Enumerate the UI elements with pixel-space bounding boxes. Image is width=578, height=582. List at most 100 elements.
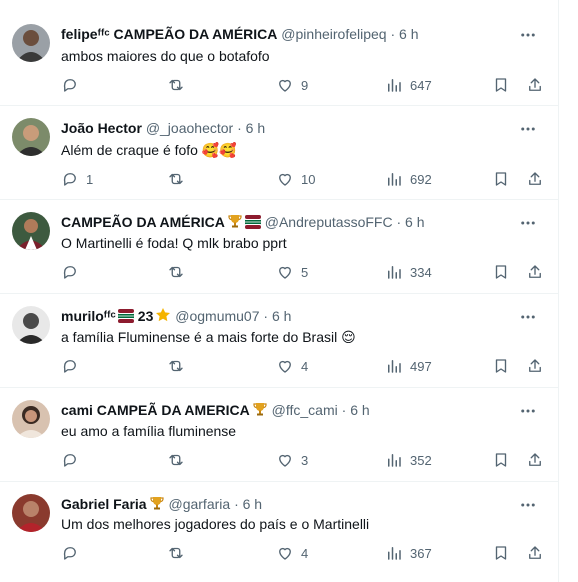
timestamp[interactable]: 6 h xyxy=(246,120,265,136)
more-options-icon[interactable] xyxy=(519,496,537,514)
user-handle[interactable]: @garfaria xyxy=(168,496,230,512)
bookmark-button[interactable] xyxy=(492,450,510,470)
retweet-button[interactable] xyxy=(167,75,185,95)
timestamp[interactable]: 6 h xyxy=(350,402,369,418)
share-button[interactable] xyxy=(526,450,544,470)
reply-icon xyxy=(63,79,76,92)
reply-icon xyxy=(63,173,76,186)
reply-button[interactable]: 1 xyxy=(61,169,93,189)
timestamp[interactable]: 6 h xyxy=(399,26,418,42)
views-button[interactable]: 647 xyxy=(385,75,432,95)
view-count: 692 xyxy=(410,171,432,187)
reply-button[interactable] xyxy=(61,262,86,282)
bookmark-button[interactable] xyxy=(492,543,510,563)
retweet-button[interactable] xyxy=(167,356,185,376)
avatar[interactable] xyxy=(12,400,50,438)
user-handle[interactable]: @_joaohector xyxy=(146,120,233,136)
like-button[interactable]: 9 xyxy=(276,75,308,95)
views-chart-icon xyxy=(388,173,401,186)
avatar[interactable] xyxy=(12,118,50,156)
reply-button[interactable] xyxy=(61,356,86,376)
tweet-header: cami CAMPEÃ DA AMERICA @ffc_cami · 6 h xyxy=(61,400,528,420)
views-button[interactable]: 334 xyxy=(385,262,432,282)
user-handle[interactable]: @ffc_cami xyxy=(272,402,338,418)
user-handle[interactable]: @pinheirofelipeq xyxy=(281,26,386,42)
bookmark-icon xyxy=(495,265,507,279)
tweet-text: O Martinelli é foda! Q mlk brabo pprt xyxy=(61,235,287,251)
display-name[interactable]: Gabriel Faria xyxy=(61,496,147,512)
share-icon xyxy=(529,359,541,372)
avatar[interactable] xyxy=(12,212,50,250)
view-count: 497 xyxy=(410,358,432,374)
views-button[interactable]: 352 xyxy=(385,450,432,470)
like-button[interactable]: 4 xyxy=(276,543,308,563)
reply-tweet[interactable]: felipeᶠᶠᶜ CAMPEÃO DA AMÉRICA @pinheirofe… xyxy=(0,0,558,105)
trophy-icon xyxy=(252,401,268,422)
retweet-icon xyxy=(169,79,183,91)
reply-tweet[interactable]: cami CAMPEÃ DA AMERICA @ffc_cami · 6 h e… xyxy=(0,388,558,481)
reply-tweet[interactable]: João Hector @_joaohector · 6 h Além de c… xyxy=(0,106,558,199)
views-chart-icon xyxy=(388,360,401,373)
reply-tweet[interactable]: muriloᶠᶠᶜ 23 @ogmumu07 · 6 h a família F… xyxy=(0,294,558,387)
timestamp[interactable]: 6 h xyxy=(243,496,262,512)
views-button[interactable]: 367 xyxy=(385,543,432,563)
like-count: 9 xyxy=(301,77,309,93)
tweet-text: Um dos melhores jogadores do país e o Ma… xyxy=(61,516,370,532)
heart-icon xyxy=(279,547,291,560)
avatar[interactable] xyxy=(12,24,50,62)
tweet-text: a família Fluminense é a mais forte do B… xyxy=(61,329,356,345)
separator-dot: · xyxy=(234,496,239,512)
tweet-actions: 5 334 xyxy=(0,262,558,282)
share-button[interactable] xyxy=(526,262,544,282)
share-button[interactable] xyxy=(526,75,544,95)
retweet-button[interactable] xyxy=(167,169,185,189)
timestamp[interactable]: 6 h xyxy=(272,308,291,324)
share-button[interactable] xyxy=(526,356,544,376)
bookmark-button[interactable] xyxy=(492,169,510,189)
like-button[interactable]: 4 xyxy=(276,356,308,376)
display-name[interactable]: cami CAMPEÃ DA AMERICA xyxy=(61,402,250,418)
avatar[interactable] xyxy=(12,494,50,532)
display-name[interactable]: felipeᶠᶠᶜ CAMPEÃO DA AMÉRICA xyxy=(61,26,277,42)
bookmark-button[interactable] xyxy=(492,262,510,282)
more-options-icon[interactable] xyxy=(519,402,537,420)
views-chart-icon xyxy=(388,266,401,279)
reply-tweet[interactable]: CAMPEÃO DA AMÉRICA @AndreputassoFFC · 6 … xyxy=(0,200,558,293)
bookmark-button[interactable] xyxy=(492,356,510,376)
heart-icon xyxy=(279,454,291,467)
reply-button[interactable] xyxy=(61,450,86,470)
reply-button[interactable] xyxy=(61,543,86,563)
reply-tweet[interactable]: Gabriel Faria @garfaria · 6 h Um dos mel… xyxy=(0,482,558,582)
user-handle[interactable]: @AndreputassoFFC xyxy=(265,214,393,230)
display-name[interactable]: muriloᶠᶠᶜ xyxy=(61,308,116,324)
timestamp[interactable]: 6 h xyxy=(405,214,424,230)
separator-dot: · xyxy=(341,402,347,418)
more-options-icon[interactable] xyxy=(519,214,537,232)
like-button[interactable]: 10 xyxy=(276,169,315,189)
reply-button[interactable] xyxy=(61,75,86,95)
avatar[interactable] xyxy=(12,306,50,344)
views-button[interactable]: 692 xyxy=(385,169,432,189)
retweet-button[interactable] xyxy=(167,262,185,282)
like-button[interactable]: 3 xyxy=(276,450,308,470)
display-name[interactable]: CAMPEÃO DA AMÉRICA xyxy=(61,214,225,230)
share-icon xyxy=(529,172,541,185)
more-options-icon[interactable] xyxy=(519,26,537,44)
heart-icon xyxy=(279,266,291,279)
more-options-icon[interactable] xyxy=(519,308,537,326)
user-handle[interactable]: @ogmumu07 xyxy=(175,308,259,324)
tweet-header: muriloᶠᶠᶜ 23 @ogmumu07 · 6 h xyxy=(61,306,528,326)
retweet-button[interactable] xyxy=(167,450,185,470)
view-count: 647 xyxy=(410,77,432,93)
more-options-icon[interactable] xyxy=(519,120,537,138)
retweet-icon xyxy=(169,173,183,185)
display-name-number[interactable]: 23 xyxy=(138,308,154,324)
retweet-button[interactable] xyxy=(167,543,185,563)
share-button[interactable] xyxy=(526,169,544,189)
views-button[interactable]: 497 xyxy=(385,356,432,376)
like-button[interactable]: 5 xyxy=(276,262,308,282)
view-count: 352 xyxy=(410,452,432,468)
bookmark-button[interactable] xyxy=(492,75,510,95)
display-name[interactable]: João Hector xyxy=(61,120,142,136)
share-button[interactable] xyxy=(526,543,544,563)
